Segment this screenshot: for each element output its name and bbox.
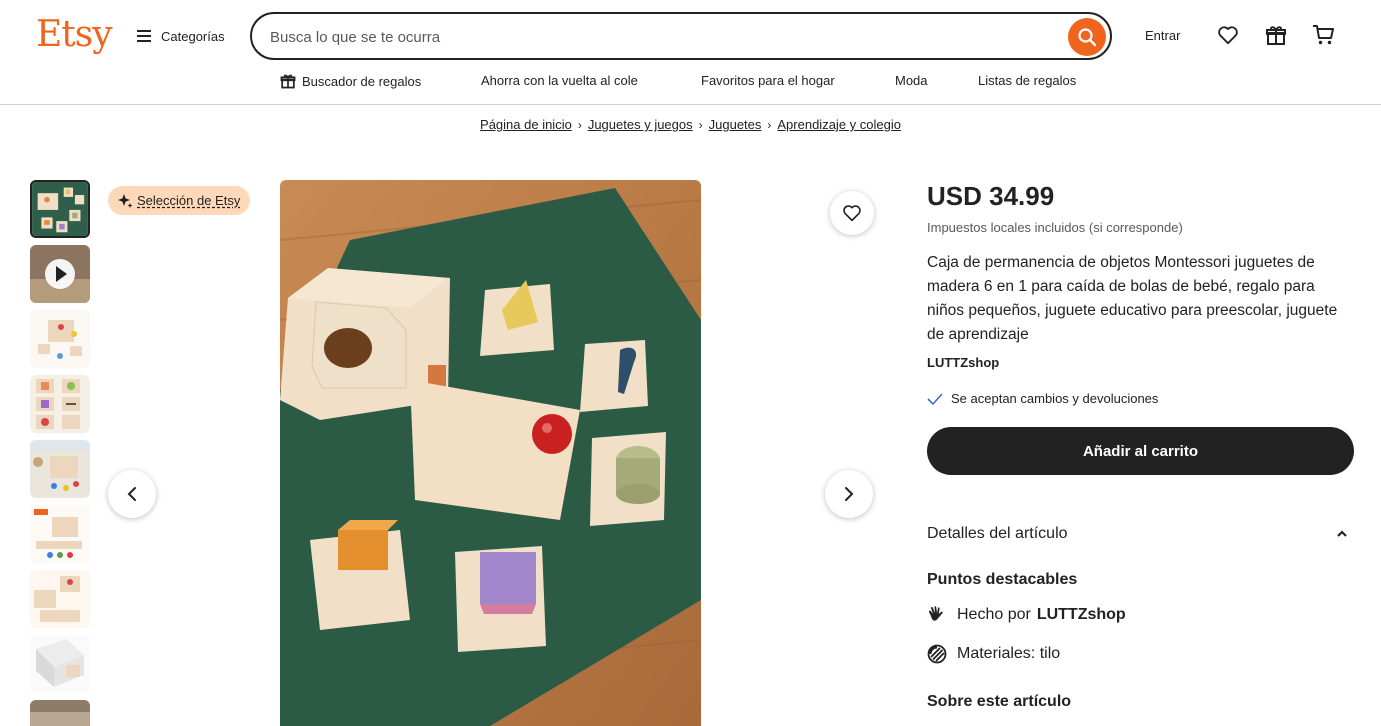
thumbnail-7[interactable]	[30, 570, 90, 628]
breadcrumb-link-toys[interactable]: Juguetes	[709, 117, 762, 132]
thumbnail-3[interactable]	[30, 310, 90, 368]
etsy-logo[interactable]: Etsy	[36, 14, 113, 55]
product-thumbnail-image	[30, 700, 90, 726]
categories-button[interactable]: Categorías	[137, 26, 225, 46]
site-header: Etsy Categorías Entrar	[0, 0, 1381, 105]
returns-note: Se aceptan cambios y devoluciones	[927, 391, 1158, 406]
gift-icon	[1266, 26, 1286, 45]
highlight-materials: Materiales: tilo	[927, 644, 1060, 664]
add-to-cart-button[interactable]: Añadir al carrito	[927, 427, 1354, 475]
heart-icon	[1218, 26, 1238, 45]
thumbnail-5[interactable]	[30, 440, 90, 498]
category-nav: Buscador de regalos Ahorra con la vuelta…	[0, 73, 1381, 93]
etsy-pick-badge[interactable]: Selección de Etsy	[108, 186, 251, 215]
search-button[interactable]	[1068, 18, 1106, 56]
checkmark-icon	[927, 392, 943, 405]
nav-item-fashion[interactable]: Moda	[895, 73, 928, 88]
nav-item-label: Favoritos para el hogar	[701, 73, 835, 88]
search-icon	[1078, 28, 1097, 47]
nav-item-gift-finder[interactable]: Buscador de regalos	[280, 73, 421, 89]
nav-item-label: Buscador de regalos	[302, 73, 422, 89]
chevron-right-icon: ›	[698, 117, 703, 132]
gift-icon	[280, 74, 296, 89]
product-thumbnail-image	[30, 570, 90, 628]
categories-label: Categorías	[161, 28, 225, 44]
breadcrumb-link-learning[interactable]: Aprendizaje y colegio	[777, 117, 901, 132]
cart-button[interactable]	[1311, 22, 1337, 48]
breadcrumb-link-home[interactable]: Página de inicio	[480, 117, 572, 132]
add-to-favorites-button[interactable]	[830, 191, 874, 235]
chevron-right-icon	[845, 487, 854, 501]
favorites-button[interactable]	[1215, 22, 1241, 48]
made-by-shop-link[interactable]: LUTTZshop	[1037, 606, 1126, 624]
materials-label: Materiales: tilo	[957, 645, 1061, 662]
product-title: Caja de permanencia de objetos Montessor…	[927, 254, 1338, 343]
made-by-prefix: Hecho por	[957, 606, 1031, 623]
nav-item-label: Listas de regalos	[978, 73, 1077, 88]
sparkle-icon	[118, 193, 133, 208]
signin-link[interactable]: Entrar	[1145, 28, 1180, 43]
thumbnail-9[interactable]	[30, 700, 90, 726]
nav-item-back-to-school[interactable]: Ahorra con la vuelta al cole	[481, 73, 638, 88]
search-bar	[250, 12, 1112, 60]
materials-icon	[927, 644, 947, 664]
thumbnail-8[interactable]	[30, 635, 90, 693]
highlights-heading: Puntos destacables	[927, 571, 1078, 588]
product-price: USD 34.99	[927, 181, 1055, 211]
next-image-button[interactable]	[825, 470, 873, 518]
chevron-left-icon	[127, 487, 136, 501]
product-thumbnail-image	[32, 182, 88, 236]
thumbnail-video[interactable]	[30, 245, 90, 303]
nav-item-home-favorites[interactable]: Favoritos para el hogar	[701, 73, 835, 88]
highlight-made-by: Hecho por LUTTZshop	[927, 605, 1126, 625]
nav-item-label: Ahorra con la vuelta al cole	[481, 73, 638, 88]
search-input[interactable]	[270, 26, 1050, 48]
item-details-toggle[interactable]: Detalles del artículo	[927, 525, 1354, 543]
returns-label: Se aceptan cambios y devoluciones	[951, 391, 1159, 406]
product-photo	[280, 180, 701, 726]
chevron-up-icon	[1337, 530, 1347, 537]
product-thumbnail-image	[30, 375, 90, 433]
nav-item-label: Moda	[895, 73, 928, 88]
product-thumbnail-image	[30, 635, 90, 693]
menu-icon	[137, 30, 153, 42]
thumbnail-6[interactable]	[30, 505, 90, 563]
product-thumbnail-image	[30, 440, 90, 498]
video-thumbnail-image	[30, 245, 90, 303]
shop-name-link[interactable]: LUTTZshop	[927, 355, 999, 370]
breadcrumb-link-toys-games[interactable]: Juguetes y juegos	[588, 117, 693, 132]
chevron-right-icon: ›	[767, 117, 772, 132]
thumbnail-1[interactable]	[30, 180, 90, 238]
heart-icon	[843, 205, 861, 222]
cart-icon	[1313, 25, 1334, 45]
about-heading: Sobre este artículo	[927, 693, 1072, 710]
nav-item-gift-lists[interactable]: Listas de regalos	[978, 73, 1076, 88]
gifts-button[interactable]	[1263, 22, 1289, 48]
product-thumbnail-image	[30, 310, 90, 368]
previous-image-button[interactable]	[108, 470, 156, 518]
chevron-right-icon: ›	[577, 117, 582, 132]
product-thumbnail-image	[30, 505, 90, 563]
badge-label: Selección de Etsy	[137, 193, 241, 208]
thumbnail-4[interactable]	[30, 375, 90, 433]
breadcrumb: Página de inicio › Juguetes y juegos › J…	[0, 117, 1381, 132]
hand-wave-icon	[928, 606, 943, 621]
details-heading: Detalles del artículo	[927, 525, 1068, 542]
taxes-note: Impuestos locales incluidos (si correspo…	[927, 220, 1183, 235]
main-product-image[interactable]	[280, 180, 701, 726]
